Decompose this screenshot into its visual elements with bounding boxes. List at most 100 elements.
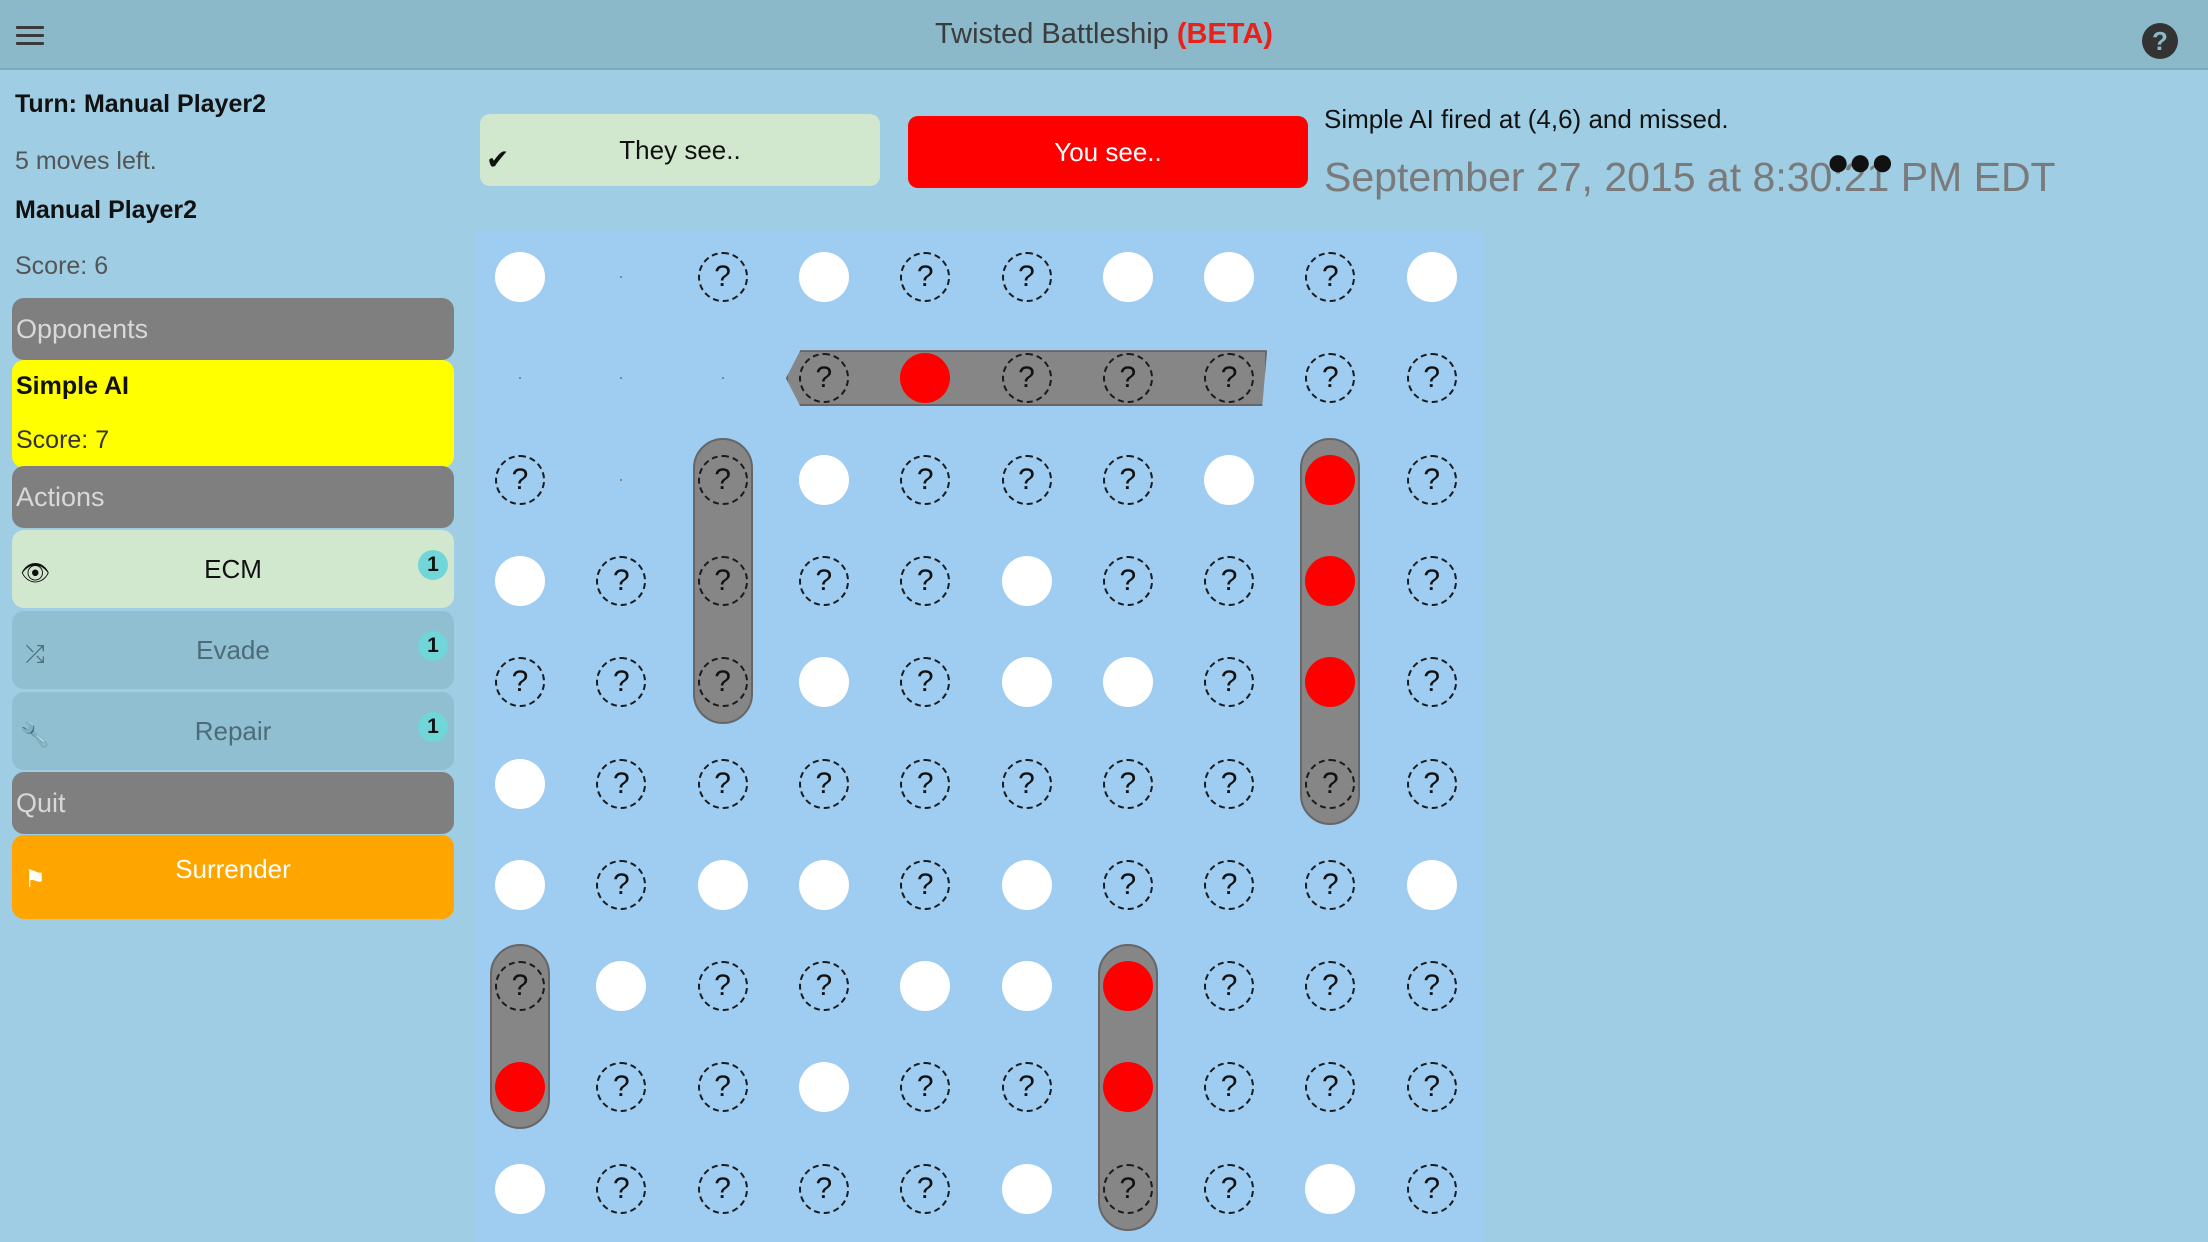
board-cell-unknown[interactable]: ?	[1406, 454, 1457, 505]
board-cell-miss[interactable]	[697, 859, 748, 910]
board-cell-unknown[interactable]: ?	[1102, 859, 1153, 910]
board-cell-unknown[interactable]: ?	[900, 657, 951, 708]
board-cell-unknown[interactable]: ?	[1305, 252, 1356, 302]
board-cell-empty[interactable]	[596, 353, 646, 403]
board-cell-unknown[interactable]: ?	[1204, 555, 1255, 606]
board-cell-miss[interactable]	[798, 454, 849, 505]
board-cell-unknown[interactable]: ?	[1204, 758, 1255, 809]
board-cell-unknown[interactable]: ?	[1406, 657, 1457, 708]
board-cell-unknown[interactable]: ?	[1102, 758, 1153, 809]
board-cell-unknown[interactable]: ?	[596, 1163, 647, 1214]
board-cell-unknown[interactable]: ?	[1001, 252, 1052, 302]
board-cell-unknown[interactable]: ?	[697, 758, 748, 809]
surrender-button[interactable]: ⚑ Surrender	[12, 835, 454, 919]
board-cell-unknown[interactable]: ?	[1001, 758, 1052, 809]
board-cell-unknown[interactable]: ?	[798, 353, 849, 404]
board-cell-unknown[interactable]: ?	[697, 252, 748, 302]
board-cell-unknown[interactable]: ?	[900, 454, 951, 505]
board-cell-unknown[interactable]: ?	[596, 758, 647, 809]
board-cell-empty[interactable]	[495, 353, 545, 403]
board-cell-miss[interactable]	[495, 252, 545, 302]
board-cell-unknown[interactable]: ?	[1406, 555, 1457, 606]
board-cell-unknown[interactable]: ?	[596, 657, 647, 708]
board-cell-unknown[interactable]: ?	[1305, 859, 1356, 910]
board-cell-empty[interactable]	[596, 252, 646, 302]
board-cell-miss[interactable]	[1001, 657, 1052, 708]
board-cell-unknown[interactable]: ?	[1204, 859, 1255, 910]
board-cell-unknown[interactable]: ?	[1204, 1163, 1255, 1214]
board-cell-empty[interactable]	[596, 455, 646, 505]
board-cell-unknown[interactable]: ?	[900, 758, 951, 809]
board-cell-unknown[interactable]: ?	[697, 555, 748, 606]
board-cell-miss[interactable]	[1102, 657, 1153, 708]
board-cell-unknown[interactable]: ?	[798, 555, 849, 606]
board-cell-unknown[interactable]: ?	[1406, 353, 1457, 404]
ecm-button[interactable]: 👁 ECM 1	[12, 530, 454, 608]
opponent-card[interactable]: Simple AI Score: 7	[12, 360, 454, 468]
board-cell-empty[interactable]	[698, 353, 748, 403]
board-cell-unknown[interactable]: ?	[495, 657, 545, 708]
repair-button[interactable]: 🔧 Repair 1	[12, 692, 454, 770]
board-cell-unknown[interactable]: ?	[1305, 758, 1356, 809]
board-cell-unknown[interactable]: ?	[1102, 353, 1153, 404]
board-cell-miss[interactable]	[1204, 454, 1255, 505]
board-cell-unknown[interactable]: ?	[1102, 454, 1153, 505]
board-cell-miss[interactable]	[1001, 961, 1052, 1012]
more-options-icon[interactable]: ●●●	[1826, 140, 1894, 185]
board-cell-unknown[interactable]: ?	[900, 859, 951, 910]
board-cell-miss[interactable]	[1102, 252, 1153, 302]
board-cell-unknown[interactable]: ?	[1406, 758, 1457, 809]
board-cell-miss[interactable]	[1204, 252, 1255, 302]
board-cell-unknown[interactable]: ?	[1001, 353, 1052, 404]
board-cell-hit[interactable]	[1102, 961, 1153, 1012]
board-cell-miss[interactable]	[1406, 252, 1457, 302]
board-cell-unknown[interactable]: ?	[1305, 961, 1356, 1012]
board-cell-unknown[interactable]: ?	[697, 657, 748, 708]
board-cell-miss[interactable]	[495, 758, 545, 809]
board-cell-unknown[interactable]: ?	[596, 859, 647, 910]
board-cell-miss[interactable]	[1406, 859, 1457, 910]
board-cell-hit[interactable]	[1305, 555, 1356, 606]
board-cell-miss[interactable]	[798, 859, 849, 910]
board-cell-unknown[interactable]: ?	[697, 1163, 748, 1214]
board-cell-unknown[interactable]: ?	[1204, 961, 1255, 1012]
board-cell-unknown[interactable]: ?	[1305, 353, 1356, 404]
board-cell-unknown[interactable]: ?	[596, 555, 647, 606]
board-cell-unknown[interactable]: ?	[798, 758, 849, 809]
board-cell-unknown[interactable]: ?	[697, 1062, 748, 1113]
board-cell-unknown[interactable]: ?	[900, 1163, 951, 1214]
they-see-button[interactable]: ✔ They see..	[480, 114, 880, 186]
board-cell-unknown[interactable]: ?	[798, 961, 849, 1012]
board-cell-miss[interactable]	[1001, 1163, 1052, 1214]
board-cell-unknown[interactable]: ?	[1406, 961, 1457, 1012]
board-cell-miss[interactable]	[1305, 1163, 1356, 1214]
board-cell-unknown[interactable]: ?	[1204, 1062, 1255, 1113]
board-cell-unknown[interactable]: ?	[1406, 1062, 1457, 1113]
board-cell-miss[interactable]	[1001, 555, 1052, 606]
question-icon[interactable]: ?	[2142, 23, 2178, 59]
board-cell-unknown[interactable]: ?	[596, 1062, 647, 1113]
board-cell-unknown[interactable]: ?	[1102, 1163, 1153, 1214]
board-cell-unknown[interactable]: ?	[495, 454, 545, 505]
board-cell-miss[interactable]	[495, 859, 545, 910]
board-cell-unknown[interactable]: ?	[1001, 454, 1052, 505]
board-cell-unknown[interactable]: ?	[900, 252, 951, 302]
board-cell-miss[interactable]	[495, 555, 545, 606]
board-cell-unknown[interactable]: ?	[1305, 1062, 1356, 1113]
board-cell-hit[interactable]	[1305, 454, 1356, 505]
board-cell-miss[interactable]	[495, 1163, 545, 1214]
you-see-button[interactable]: You see..	[908, 116, 1308, 188]
board-cell-unknown[interactable]: ?	[798, 1163, 849, 1214]
board-cell-miss[interactable]	[900, 961, 951, 1012]
evade-button[interactable]: ⤮ Evade 1	[12, 611, 454, 689]
board-cell-unknown[interactable]: ?	[1204, 657, 1255, 708]
board-cell-unknown[interactable]: ?	[1001, 1062, 1052, 1113]
board-cell-unknown[interactable]: ?	[495, 961, 545, 1012]
board-cell-unknown[interactable]: ?	[900, 1062, 951, 1113]
board-cell-hit[interactable]	[1102, 1062, 1153, 1113]
board-cell-miss[interactable]	[1001, 859, 1052, 910]
board-cell-miss[interactable]	[798, 252, 849, 302]
board-cell-unknown[interactable]: ?	[1102, 555, 1153, 606]
board-cell-unknown[interactable]: ?	[900, 555, 951, 606]
board-cell-unknown[interactable]: ?	[697, 961, 748, 1012]
